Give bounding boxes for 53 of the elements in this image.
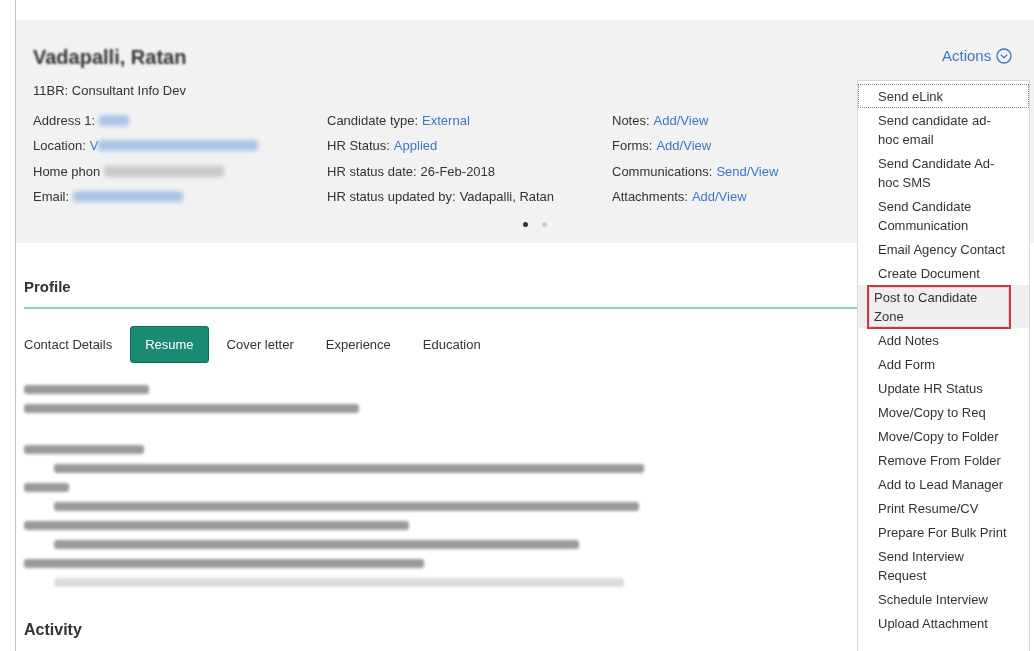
profile-tab[interactable]: Education — [408, 326, 495, 363]
field-label: Notes: — [612, 112, 650, 128]
field-link[interactable]: Send/View — [716, 163, 779, 179]
field-value: 26-Feb-2018 — [420, 163, 496, 179]
menu-item[interactable]: Send candidate ad-hoc email — [858, 108, 1029, 151]
menu-item[interactable]: Send eLink — [858, 84, 1029, 108]
field-label: Address 1: — [33, 112, 96, 128]
field-label: Candidate type: — [327, 112, 419, 128]
section-title: Profile — [24, 277, 71, 297]
field-label: Communications: — [612, 163, 713, 179]
field-label: Location: — [33, 138, 86, 154]
carousel-dot[interactable] — [542, 222, 547, 227]
menu-item[interactable]: Move/Copy to Req — [858, 400, 1029, 424]
carousel-dot[interactable] — [523, 222, 528, 227]
chevron-down-icon — [996, 47, 1013, 64]
menu-item[interactable]: Schedule Interview — [858, 587, 1029, 611]
menu-item[interactable]: Create Document — [858, 261, 1029, 285]
field-label: HR status date: — [327, 163, 417, 179]
menu-item[interactable]: Post to Candidate Zone — [858, 285, 1029, 328]
profile-tab[interactable]: Contact Details — [24, 326, 127, 363]
field-link[interactable]: Add/View — [656, 138, 712, 154]
field-link[interactable]: Add/View — [653, 112, 709, 128]
menu-item[interactable]: Add to Lead Manager — [858, 472, 1029, 496]
menu-item[interactable]: Send Candidate Communication — [858, 194, 1029, 237]
section-title: Activity — [24, 620, 82, 640]
field-link[interactable]: Applied — [393, 138, 438, 154]
field-link[interactable]: V — [89, 138, 99, 154]
field-label: Home phon — [33, 163, 101, 179]
field-value: Vadapalli, Ratan — [459, 189, 555, 205]
menu-item[interactable]: Add Notes — [858, 328, 1029, 352]
menu-item[interactable]: Send Candidate Ad-hoc SMS — [858, 151, 1029, 194]
menu-item[interactable]: Update HR Status — [858, 376, 1029, 400]
menu-item[interactable]: Print Resume/CV — [858, 496, 1029, 520]
field-link[interactable]: Add/View — [691, 189, 747, 205]
candidate-name: Vadapalli, Ratan — [33, 45, 187, 70]
field-label: Forms: — [612, 138, 653, 154]
menu-item[interactable]: Add Form — [858, 352, 1029, 376]
field-label: HR Status: — [327, 138, 390, 154]
field-label: Attachments: — [612, 189, 688, 205]
profile-tab[interactable]: Resume — [130, 326, 209, 363]
requisition-title: 11BR: Consultant Info Dev — [33, 82, 186, 100]
menu-item[interactable]: Remove From Folder — [858, 448, 1029, 472]
menu-item[interactable]: Move/Copy to Folder — [858, 424, 1029, 448]
actions-button[interactable]: Actions — [942, 47, 1013, 64]
profile-tab[interactable]: Experience — [311, 326, 405, 363]
menu-item[interactable]: Upload Attachment — [858, 611, 1029, 635]
field-link[interactable]: External — [422, 112, 470, 128]
field-label: HR status updated by: — [327, 189, 456, 205]
profile-tab[interactable]: Cover letter — [212, 326, 308, 363]
menu-item[interactable]: Send Interview Request — [858, 544, 1029, 587]
field-label: Email: — [33, 189, 70, 205]
menu-item[interactable]: Email Agency Contact — [858, 237, 1029, 261]
menu-item[interactable]: Prepare For Bulk Print — [858, 520, 1029, 544]
